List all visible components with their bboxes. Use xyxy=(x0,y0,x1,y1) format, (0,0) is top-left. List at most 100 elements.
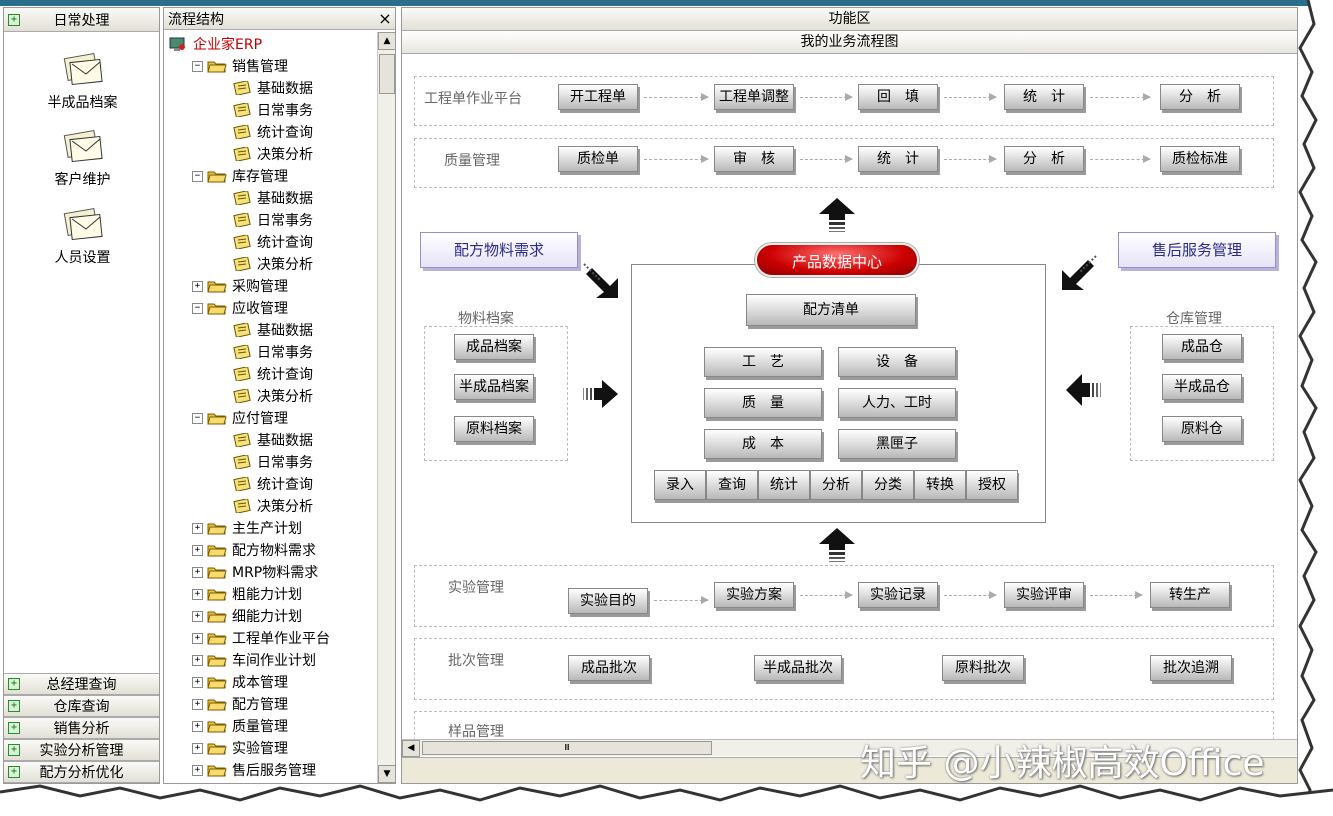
lab-plan-button[interactable]: 实验方案 xyxy=(714,582,794,608)
batch-trace-button[interactable]: 批次追溯 xyxy=(1150,655,1232,681)
tree-item[interactable]: + 粗能力计划 xyxy=(192,583,302,605)
tree-item[interactable]: 基础数据 xyxy=(232,77,313,99)
tree-item[interactable]: − 应收管理 xyxy=(192,297,288,319)
to-production-button[interactable]: 转生产 xyxy=(1150,582,1230,608)
tree-item[interactable]: + 细能力计划 xyxy=(192,605,302,627)
tree-item[interactable]: 基础数据 xyxy=(232,429,313,451)
tree-item[interactable]: 基础数据 xyxy=(232,319,313,341)
equipment-button[interactable]: 设 备 xyxy=(838,347,956,377)
expand-icon[interactable]: + xyxy=(192,676,203,688)
statistics-button[interactable]: 统 计 xyxy=(858,146,938,172)
center-action-button[interactable]: 录入 xyxy=(654,470,706,500)
lab-record-button[interactable]: 实验记录 xyxy=(858,582,938,608)
open-order-button[interactable]: 开工程单 xyxy=(558,84,638,110)
tree-item[interactable]: + 质量管理 xyxy=(192,715,288,737)
tree-item[interactable]: 日常事务 xyxy=(232,209,313,231)
tree-item[interactable]: + 配方物料需求 xyxy=(192,539,316,561)
analysis-button[interactable]: 分 析 xyxy=(1004,146,1084,172)
qc-standard-button[interactable]: 质检标准 xyxy=(1160,146,1240,172)
shortcut-customer-maintenance[interactable]: 客户维护 xyxy=(4,129,161,189)
scroll-thumb[interactable]: Ⅲ xyxy=(422,741,712,755)
tree-item[interactable]: 统计查询 xyxy=(232,363,313,385)
tree-item[interactable]: + 采购管理 xyxy=(192,275,288,297)
daily-processing-header[interactable]: + 日常处理 xyxy=(4,8,159,32)
center-action-button[interactable]: 转换 xyxy=(914,470,966,500)
formula-material-demand-tag[interactable]: 配方物料需求 xyxy=(420,232,578,268)
raw-warehouse-button[interactable]: 原料仓 xyxy=(1162,416,1242,442)
scroll-thumb[interactable] xyxy=(379,54,395,94)
collapse-icon[interactable]: − xyxy=(192,170,203,182)
scroll-left-icon[interactable]: ◀ xyxy=(402,740,420,757)
tree-item[interactable]: + 车间作业计划 xyxy=(192,649,316,671)
center-action-button[interactable]: 分类 xyxy=(862,470,914,500)
tree-item[interactable]: 统计查询 xyxy=(232,473,313,495)
expand-icon[interactable]: + xyxy=(192,764,203,776)
collapse-icon[interactable]: − xyxy=(192,302,203,314)
expand-icon[interactable]: + xyxy=(192,544,203,556)
tree-item[interactable]: + 售后服务管理 xyxy=(192,759,316,781)
formula-list-button[interactable]: 配方清单 xyxy=(746,294,916,326)
scroll-up-icon[interactable]: ▲ xyxy=(378,32,395,50)
collapse-icon[interactable]: − xyxy=(192,60,203,72)
shortcut-personnel-settings[interactable]: 人员设置 xyxy=(4,207,161,267)
lab-review-button[interactable]: 实验评审 xyxy=(1004,582,1084,608)
center-action-button[interactable]: 分析 xyxy=(810,470,862,500)
semi-warehouse-button[interactable]: 半成品仓 xyxy=(1162,374,1242,400)
expand-icon[interactable]: + xyxy=(192,588,203,600)
expand-icon[interactable]: + xyxy=(192,522,203,534)
tree-item[interactable]: 日常事务 xyxy=(232,99,313,121)
tree-item[interactable]: − 库存管理 xyxy=(192,165,288,187)
process-button[interactable]: 工 艺 xyxy=(704,347,822,377)
quality-button[interactable]: 质 量 xyxy=(704,388,822,418)
expand-icon[interactable]: + xyxy=(192,720,203,732)
close-icon[interactable]: × xyxy=(375,9,395,28)
tree-item[interactable]: 决策分析 xyxy=(232,495,313,517)
product-data-center-title[interactable]: 产品数据中心 xyxy=(755,243,919,277)
tree-root[interactable]: 企业家ERP xyxy=(168,33,262,55)
tree-item[interactable]: + 配方管理 xyxy=(192,693,288,715)
tree-item[interactable]: 决策分析 xyxy=(232,385,313,407)
center-action-button[interactable]: 查询 xyxy=(706,470,758,500)
tree-item[interactable]: + 成本管理 xyxy=(192,671,288,693)
expand-icon[interactable]: + xyxy=(192,742,203,754)
expand-icon[interactable]: + xyxy=(192,566,203,578)
tree-item[interactable]: 统计查询 xyxy=(232,121,313,143)
tree-item[interactable]: + 工程单作业平台 xyxy=(192,627,330,649)
expand-icon[interactable]: + xyxy=(192,610,203,622)
menu-formula-optimization[interactable]: + 配方分析优化 xyxy=(4,761,159,783)
tree-item[interactable]: 基础数据 xyxy=(232,187,313,209)
tree-item[interactable]: 日常事务 xyxy=(232,451,313,473)
after-sales-tag[interactable]: 售后服务管理 xyxy=(1118,232,1276,268)
expand-icon[interactable]: + xyxy=(192,654,203,666)
tree-item[interactable]: 统计查询 xyxy=(232,231,313,253)
semi-product-archive-button[interactable]: 半成品档案 xyxy=(454,374,534,400)
collapse-icon[interactable]: − xyxy=(192,412,203,424)
lab-purpose-button[interactable]: 实验目的 xyxy=(568,588,648,614)
tree-item[interactable]: 日常事务 xyxy=(232,341,313,363)
analysis-button[interactable]: 分 析 xyxy=(1160,84,1240,110)
menu-gm-query[interactable]: + 总经理查询 xyxy=(4,673,159,695)
black-box-button[interactable]: 黑匣子 xyxy=(838,429,956,459)
product-archive-button[interactable]: 成品档案 xyxy=(454,334,534,360)
expand-icon[interactable]: + xyxy=(192,632,203,644)
review-button[interactable]: 审 核 xyxy=(714,146,794,172)
backfill-button[interactable]: 回 填 xyxy=(858,84,938,110)
tree-item[interactable]: + MRP物料需求 xyxy=(192,561,318,583)
menu-lab-analysis[interactable]: + 实验分析管理 xyxy=(4,739,159,761)
expand-icon[interactable]: + xyxy=(192,698,203,710)
expand-icon[interactable]: + xyxy=(192,280,203,292)
finished-batch-button[interactable]: 成品批次 xyxy=(568,655,650,681)
labor-hours-button[interactable]: 人力、工时 xyxy=(838,388,956,418)
scroll-down-icon[interactable]: ▼ xyxy=(378,765,395,783)
tree-item[interactable]: 决策分析 xyxy=(232,143,313,165)
raw-material-archive-button[interactable]: 原料档案 xyxy=(454,416,534,442)
statistics-button[interactable]: 统 计 xyxy=(1004,84,1084,110)
tree-item[interactable]: 决策分析 xyxy=(232,253,313,275)
menu-warehouse-query[interactable]: + 仓库查询 xyxy=(4,695,159,717)
center-action-button[interactable]: 统计 xyxy=(758,470,810,500)
semi-batch-button[interactable]: 半成品批次 xyxy=(754,655,842,681)
tree-item[interactable]: + 实验管理 xyxy=(192,737,288,759)
tree-item[interactable]: − 应付管理 xyxy=(192,407,288,429)
tree-item[interactable]: + 主生产计划 xyxy=(192,517,302,539)
center-action-button[interactable]: 授权 xyxy=(966,470,1018,500)
